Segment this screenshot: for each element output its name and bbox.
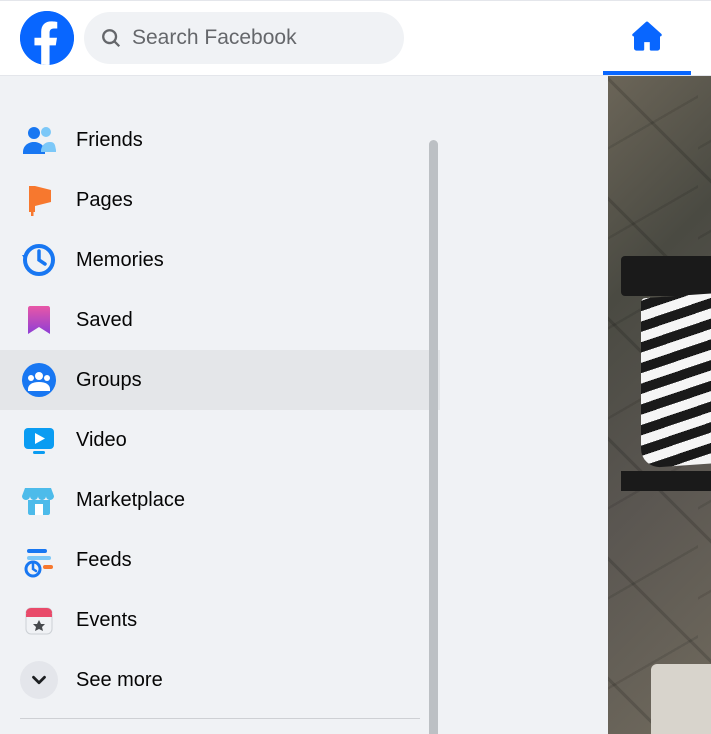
events-icon <box>20 601 58 639</box>
search-box[interactable] <box>84 12 404 64</box>
memories-icon <box>20 241 58 279</box>
sidebar-item-label: Feeds <box>76 549 132 572</box>
sidebar: Friends Pages Memories Saved <box>0 76 440 734</box>
scrollbar[interactable] <box>429 140 438 734</box>
marketplace-icon <box>20 481 58 519</box>
groups-icon <box>20 361 58 399</box>
feeds-icon <box>20 541 58 579</box>
chevron-down-icon <box>20 661 58 699</box>
video-icon <box>20 421 58 459</box>
search-icon <box>100 27 122 49</box>
see-more-label: See more <box>76 669 163 692</box>
friends-icon <box>20 121 58 159</box>
sidebar-item-friends[interactable]: Friends <box>10 110 430 170</box>
sidebar-item-label: Memories <box>76 249 164 272</box>
facebook-logo[interactable] <box>20 11 74 65</box>
generic-icon <box>20 76 58 99</box>
feed-image[interactable] <box>608 76 711 734</box>
home-icon <box>630 19 664 58</box>
sidebar-item-events[interactable]: Events <box>10 590 430 650</box>
sidebar-item-groups[interactable]: Groups <box>10 350 430 410</box>
home-tab[interactable] <box>603 1 691 75</box>
sidebar-item-feeds[interactable]: Feeds <box>10 530 430 590</box>
sidebar-item-marketplace[interactable]: Marketplace <box>10 470 430 530</box>
sidebar-see-more[interactable]: See more <box>10 650 430 710</box>
header-nav <box>603 1 691 75</box>
sidebar-item-memories[interactable]: Memories <box>10 230 430 290</box>
sidebar-item-label: Marketplace <box>76 489 185 512</box>
pages-icon <box>20 181 58 219</box>
saved-icon <box>20 301 58 339</box>
sidebar-item-label: Pages <box>76 189 133 212</box>
divider <box>20 718 420 719</box>
sidebar-item-video[interactable]: Video <box>10 410 430 470</box>
sidebar-item-saved[interactable]: Saved <box>10 290 430 350</box>
header <box>0 0 711 76</box>
sidebar-item-label: Video <box>76 429 127 452</box>
sidebar-item-label: Saved <box>76 309 133 332</box>
sidebar-item-partial-top[interactable] <box>10 76 430 110</box>
sidebar-item-label: Friends <box>76 129 143 152</box>
search-input[interactable] <box>132 26 388 50</box>
sidebar-item-pages[interactable]: Pages <box>10 170 430 230</box>
sidebar-item-label: Events <box>76 609 137 632</box>
sidebar-item-label: Groups <box>76 369 142 392</box>
